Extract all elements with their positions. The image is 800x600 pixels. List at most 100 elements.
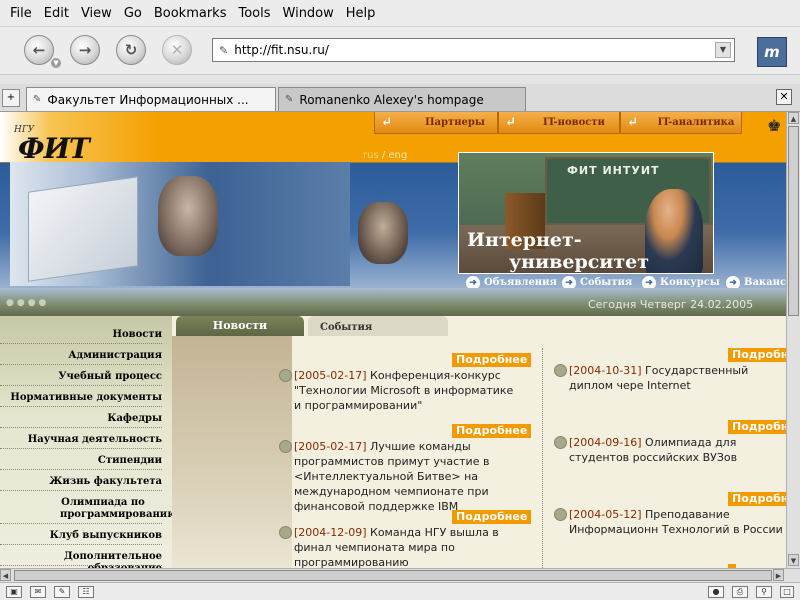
- url-dropdown-icon[interactable]: ▼: [715, 42, 731, 58]
- menu-edit[interactable]: Edit: [44, 6, 69, 21]
- sidebar-item-alumni[interactable]: Клуб выпускников: [0, 525, 162, 545]
- vertical-scroll-thumb[interactable]: [788, 126, 799, 316]
- scroll-left-icon[interactable]: ◀: [0, 569, 11, 581]
- nav-partners[interactable]: ↵ Партнеры: [374, 112, 498, 134]
- back-history-dropdown-icon[interactable]: ▼: [51, 58, 61, 68]
- lang-separator: /: [378, 150, 389, 161]
- address-book-icon[interactable]: ☷: [78, 586, 94, 598]
- more-link[interactable]: Подробнее: [452, 353, 532, 367]
- forward-button[interactable]: →: [70, 35, 100, 65]
- mail-icon[interactable]: ✉: [30, 586, 46, 598]
- page-content: НГУ ФИТ ↵ Партнеры ↵ IT-новости ↵ IT-аналит…: [0, 112, 786, 568]
- sidebar-item-olympiad[interactable]: Олимпиада по программированию: [0, 492, 177, 524]
- bullet-icon: [279, 369, 292, 382]
- menu-window[interactable]: Window: [283, 6, 334, 21]
- bullet-icon: [554, 508, 567, 521]
- printer-icon: ⎙: [732, 586, 748, 598]
- reload-button[interactable]: ↻: [116, 35, 146, 65]
- arrow-icon: ↵: [627, 115, 638, 130]
- classroom-background-image: [172, 336, 292, 568]
- more-link[interactable]: Подробнее: [728, 420, 786, 434]
- student-photo-2: [358, 202, 408, 264]
- sidebar-item-news[interactable]: Новости: [0, 324, 162, 344]
- menu-bar: File Edit View Go Bookmarks Tools Window…: [0, 0, 800, 26]
- sidebar-item-faculty-life[interactable]: Жизнь факультета: [0, 471, 162, 491]
- tab-news[interactable]: Новости: [176, 316, 304, 336]
- lang-eng-link[interactable]: eng: [388, 150, 407, 161]
- news-item[interactable]: [2004-09-16] Олимпиада для студентов рос…: [569, 435, 779, 465]
- nav-it-news-label: IT-новости: [543, 117, 605, 128]
- current-date: Сегодня Четверг 24.02.2005: [588, 298, 754, 311]
- sidebar-item-research[interactable]: Научная деятельность: [0, 429, 162, 449]
- security-lock-icon: ⚲: [756, 586, 772, 598]
- news-date: [2005-02-17]: [294, 369, 367, 382]
- site-logo[interactable]: НГУ ФИТ: [4, 118, 90, 165]
- horizontal-scrollbar[interactable]: ◀ ▶: [0, 568, 800, 582]
- news-item[interactable]: [2005-02-17] Конференция-конкурс "Технол…: [294, 368, 514, 413]
- tab-fit-nsu[interactable]: ✎ Факультет Информационных ...: [26, 87, 276, 111]
- menu-help[interactable]: Help: [346, 6, 376, 21]
- scroll-down-icon[interactable]: ▼: [788, 554, 799, 566]
- nav-contests-label: Конкурсы: [660, 277, 720, 288]
- toolbar-separator: [0, 74, 800, 84]
- back-button[interactable]: ←: [24, 35, 54, 65]
- composer-icon[interactable]: ✎: [54, 586, 70, 598]
- page-icon: ✎: [219, 43, 229, 57]
- sidebar-item-departments[interactable]: Кафедры: [0, 408, 162, 428]
- menu-go[interactable]: Go: [124, 6, 142, 21]
- language-switch: rus / eng: [363, 150, 407, 161]
- more-link[interactable]: Подробнее: [728, 348, 786, 362]
- monitor-image: [28, 176, 138, 282]
- sidebar-item-extra-education[interactable]: Дополнительное образование: [0, 546, 162, 568]
- book-icon[interactable]: ♚: [767, 116, 781, 135]
- news-item[interactable]: [2004-05-12] Преподавание Информационн Т…: [569, 507, 786, 537]
- news-item[interactable]: [2004-10-31] Государственный диплом чере…: [569, 363, 786, 393]
- more-link[interactable]: Подробнее: [452, 424, 532, 438]
- horizontal-scroll-thumb[interactable]: [14, 570, 772, 581]
- sidebar-menu: Новости Администрация Учебный процесс Но…: [0, 316, 177, 568]
- news-item[interactable]: [2004-12-09] Команда НГУ вышла в финал ч…: [294, 525, 524, 568]
- student-girl-image: [645, 189, 703, 273]
- nav-vacancies-label: Ваканси: [744, 277, 786, 288]
- sidebar-item-scholarships[interactable]: Стипендии: [0, 450, 162, 470]
- more-link[interactable]: Подробнее: [728, 492, 786, 506]
- lang-rus-link[interactable]: rus: [363, 150, 379, 161]
- intuit-banner[interactable]: ФИТ ИНТУИТ Интернет- университет: [458, 152, 714, 274]
- navigator-icon[interactable]: ▣: [6, 586, 22, 598]
- nav-it-news[interactable]: ↵ IT-новости: [498, 112, 620, 134]
- intuit-title-line1: Интернет-: [467, 229, 582, 251]
- nav-partners-label: Партнеры: [425, 117, 485, 128]
- menu-file[interactable]: File: [10, 6, 32, 21]
- new-tab-icon[interactable]: +: [2, 89, 20, 107]
- stop-icon: ✕: [170, 41, 184, 59]
- nav-it-analytics[interactable]: ↵ IT-аналитика: [620, 112, 742, 134]
- sidebar-item-regulations[interactable]: Нормативные документы: [0, 387, 162, 407]
- student-photo: [158, 176, 218, 256]
- tab-romanenko[interactable]: ✎ Romanenko Alexey's hompage: [278, 87, 526, 111]
- news-date: [2005-02-17]: [294, 440, 367, 453]
- scroll-up-icon[interactable]: ▲: [788, 112, 799, 124]
- bullet-icon: [279, 526, 292, 539]
- bullet-icon: [279, 440, 292, 453]
- intuit-title-line2: университет: [509, 251, 650, 273]
- scroll-right-icon[interactable]: ▶: [773, 569, 784, 581]
- vertical-scrollbar[interactable]: ▲ ▼: [786, 112, 800, 568]
- sidebar-item-study[interactable]: Учебный процесс: [0, 366, 162, 386]
- menu-bookmarks[interactable]: Bookmarks: [154, 6, 227, 21]
- sidebar-item-administration[interactable]: Администрация: [0, 345, 162, 365]
- arrow-icon: ↵: [381, 115, 392, 130]
- menu-view[interactable]: View: [81, 6, 112, 21]
- close-tab-icon[interactable]: ✕: [776, 89, 792, 105]
- tab-events[interactable]: События: [308, 316, 448, 336]
- tab-title: Romanenko Alexey's hompage: [299, 92, 484, 107]
- online-status-icon: ●: [708, 586, 724, 598]
- url-bar[interactable]: ✎ http://fit.nsu.ru/ ▼: [212, 38, 735, 62]
- forward-arrow-icon: →: [78, 41, 92, 59]
- more-link[interactable]: Подробнее: [452, 510, 532, 524]
- stop-button[interactable]: ✕: [162, 35, 192, 65]
- column-divider: [542, 348, 543, 568]
- url-input[interactable]: http://fit.nsu.ru/: [234, 43, 715, 57]
- menu-tools[interactable]: Tools: [238, 6, 270, 21]
- news-item[interactable]: [2005-02-17] Лучшие команды программисто…: [294, 439, 534, 514]
- content-tabs: Новости События: [172, 316, 786, 336]
